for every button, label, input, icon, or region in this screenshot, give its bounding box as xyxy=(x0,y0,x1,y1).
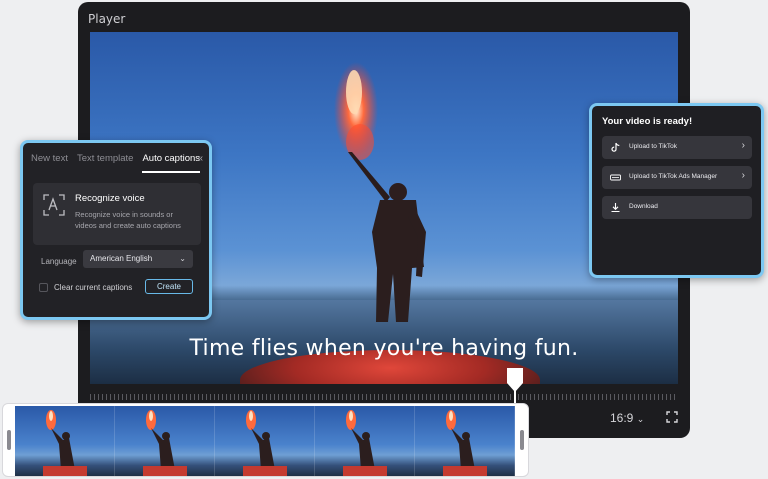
upload-tiktok-button[interactable]: Upload to TikTok › xyxy=(602,136,752,159)
tiktok-ads-icon xyxy=(610,174,621,181)
collapse-icon[interactable]: « xyxy=(197,153,203,164)
player-title: Player xyxy=(88,12,126,26)
recognize-voice-description: Recognize voice in sounds or videos and … xyxy=(75,210,181,230)
auto-captions-panel: New text Text template Auto captions « R… xyxy=(20,140,212,320)
tab-auto-captions[interactable]: Auto captions xyxy=(142,153,201,173)
download-button[interactable]: Download xyxy=(602,196,752,219)
clip-thumbnails xyxy=(15,406,515,476)
chevron-right-icon: › xyxy=(741,170,745,181)
trim-handle-left[interactable] xyxy=(7,430,11,450)
tiktok-icon xyxy=(611,142,620,152)
fullscreen-icon[interactable] xyxy=(666,411,678,423)
clip-thumbnail xyxy=(115,406,215,476)
tab-text-template[interactable]: Text template xyxy=(77,153,134,173)
create-button[interactable]: Create xyxy=(145,279,193,294)
timeline-clip[interactable] xyxy=(2,403,529,477)
video-ready-panel: Your video is ready! Upload to TikTok › … xyxy=(589,103,764,278)
clear-captions-label: Clear current captions xyxy=(54,283,133,292)
upload-tiktok-ads-label: Upload to TikTok Ads Manager xyxy=(629,173,718,180)
caption-recognition-icon xyxy=(43,194,65,216)
language-label: Language xyxy=(41,257,77,266)
chevron-down-icon: ⌄ xyxy=(179,254,186,263)
upload-tiktok-ads-button[interactable]: Upload to TikTok Ads Manager › xyxy=(602,166,752,189)
download-label: Download xyxy=(629,203,658,210)
tab-new-text[interactable]: New text xyxy=(31,153,68,173)
caption-tabs: New text Text template Auto captions xyxy=(31,153,203,173)
caption-overlay: Time flies when you're having fun. xyxy=(189,336,579,361)
chevron-right-icon: › xyxy=(741,140,745,151)
clip-thumbnail xyxy=(315,406,415,476)
clear-captions-checkbox[interactable] xyxy=(39,283,48,292)
download-icon xyxy=(611,203,620,213)
clip-thumbnail xyxy=(215,406,315,476)
clip-thumbnail xyxy=(415,406,515,476)
trim-handle-right[interactable] xyxy=(520,430,524,450)
ready-title: Your video is ready! xyxy=(602,116,693,127)
language-value: American English xyxy=(90,254,153,263)
language-select[interactable]: American English ⌄ xyxy=(83,250,193,268)
recognize-voice-card[interactable]: Recognize voice Recognize voice in sound… xyxy=(33,183,201,245)
chevron-down-icon: ⌄ xyxy=(636,414,645,424)
aspect-ratio-label: 16:9 xyxy=(610,411,634,425)
upload-tiktok-label: Upload to TikTok xyxy=(629,143,678,150)
clear-captions-row[interactable]: Clear current captions xyxy=(39,283,132,292)
aspect-ratio-selector[interactable]: 16:9 ⌄ xyxy=(610,411,644,425)
clip-thumbnail xyxy=(15,406,115,476)
recognize-voice-title: Recognize voice xyxy=(75,193,145,204)
timeline-ruler[interactable] xyxy=(90,394,678,400)
